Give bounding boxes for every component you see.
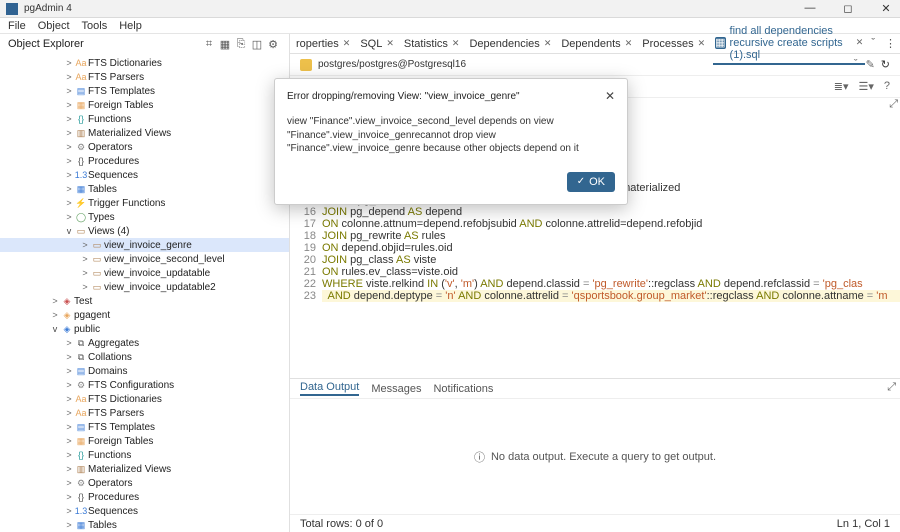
error-modal: Error dropping/removing View: "view_invo… [274,78,628,205]
modal-ok-label: OK [589,176,605,188]
modal-body: view "Finance".view_invoice_second_level… [287,115,615,156]
modal-title: Error dropping/removing View: "view_invo… [287,91,520,102]
modal-close-icon[interactable]: ✕ [605,89,615,103]
modal-overlay: Error dropping/removing View: "view_invo… [0,0,900,532]
modal-ok-button[interactable]: ✓ OK [567,172,615,192]
check-icon: ✓ [577,176,585,187]
